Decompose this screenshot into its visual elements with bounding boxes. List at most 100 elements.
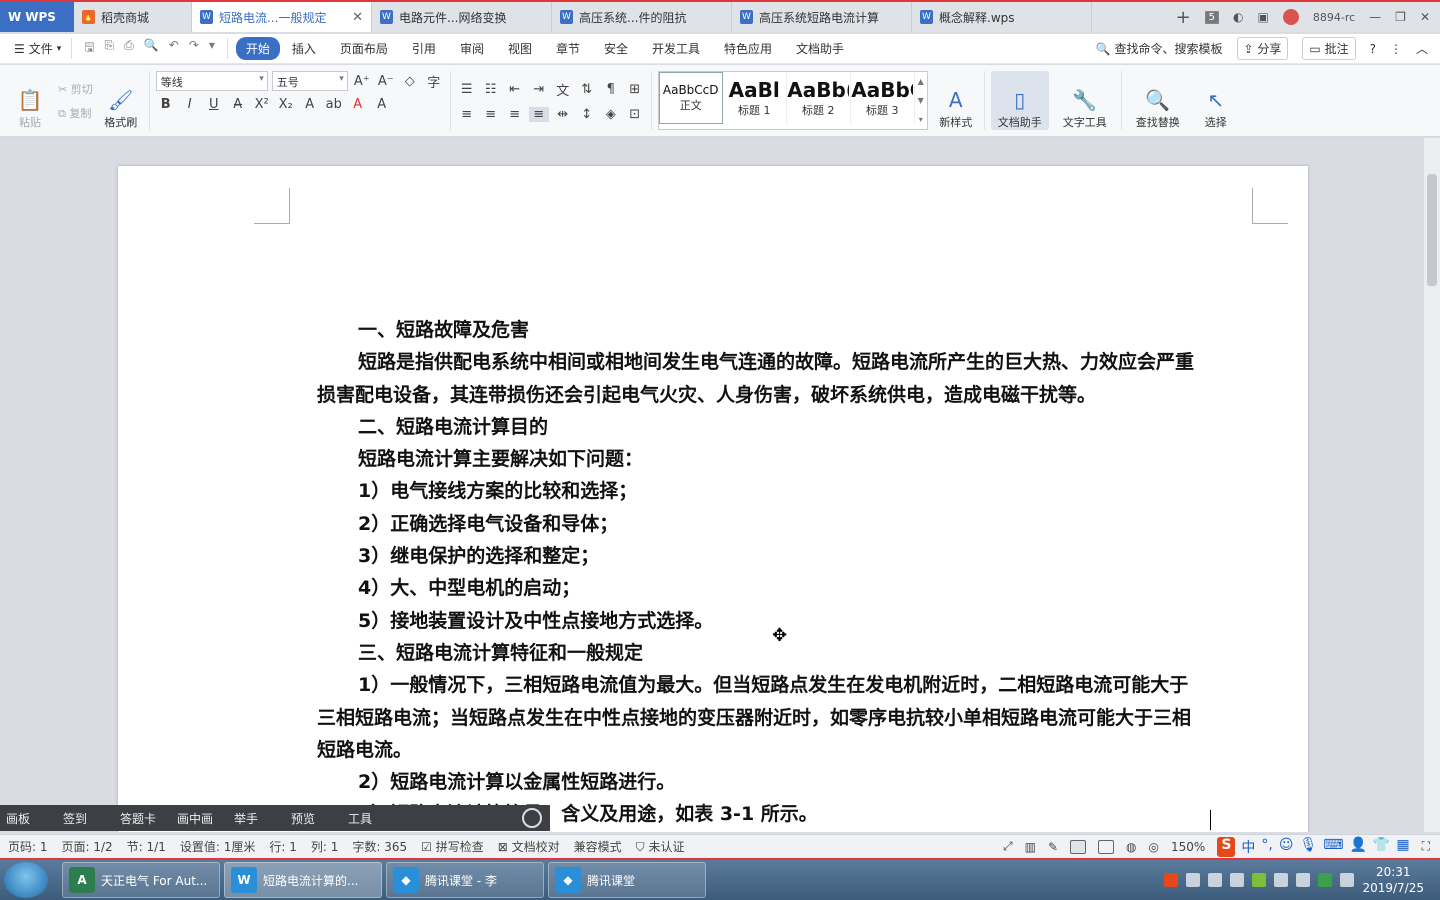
print-icon[interactable]: ⎙: [124, 38, 134, 59]
select-button[interactable]: ↖ 选择: [1194, 71, 1238, 130]
close-window-icon[interactable]: ✕: [1420, 10, 1430, 24]
paragraph[interactable]: 2）正确选择电气设备和导体；: [317, 508, 1197, 540]
reading-mode-icon[interactable]: ▥: [1025, 840, 1036, 854]
style-heading-1[interactable]: AaBl 标题 1: [723, 72, 787, 124]
increase-indent-icon[interactable]: ⇥: [529, 82, 549, 97]
class-tool-answer-card[interactable]: 答题卡: [114, 810, 171, 827]
format-painter-button[interactable]: 🖌 格式刷: [99, 71, 143, 130]
proofread-button[interactable]: ⊠ 文档校对: [498, 838, 560, 855]
tab-document[interactable]: W 概念解释.wps: [912, 2, 1092, 32]
subscript-icon[interactable]: X₂: [276, 97, 296, 112]
font-color-icon[interactable]: A: [348, 97, 368, 112]
style-gallery-scroll[interactable]: ▲ ▼ ▾: [915, 72, 927, 129]
sogou-ime-icon[interactable]: S: [1217, 836, 1236, 857]
class-tool-sign-in[interactable]: 签到: [57, 810, 114, 827]
new-style-button[interactable]: A 新样式: [934, 71, 978, 130]
status-section[interactable]: 节: 1/1: [127, 838, 166, 855]
window-icon[interactable]: ▣: [1258, 10, 1269, 24]
line-spacing-icon[interactable]: ↕: [577, 107, 597, 122]
underline-icon[interactable]: U: [204, 97, 224, 112]
menu-chapter[interactable]: 章节: [544, 37, 592, 60]
document-canvas[interactable]: 一、短路故障及危害 短路是指供配电系统中相间或相地间发生电气连通的故障。短路电流所…: [0, 138, 1424, 832]
ime-punctuation-icon[interactable]: °,: [1261, 837, 1272, 857]
tray-security-icon[interactable]: [1252, 873, 1267, 887]
undo-icon[interactable]: ↶: [169, 38, 179, 59]
menu-review[interactable]: 审阅: [448, 37, 496, 60]
wps-app-button[interactable]: W WPS: [0, 2, 74, 32]
style-heading-3[interactable]: AaBbC 标题 3: [851, 72, 915, 124]
tray-sogou-icon[interactable]: [1164, 873, 1179, 887]
section-heading[interactable]: 二、短路电流计算目的: [317, 411, 1197, 443]
fullscreen-icon[interactable]: ⤢: [1003, 839, 1013, 854]
menu-view[interactable]: 视图: [496, 37, 544, 60]
system-clock[interactable]: 20:31 2019/7/25: [1362, 864, 1424, 896]
status-page[interactable]: 页码: 1: [8, 838, 48, 855]
char-shading-icon[interactable]: A: [372, 97, 392, 112]
tab-document[interactable]: W 高压系统短路电流计算: [732, 2, 912, 32]
vertical-scrollbar[interactable]: [1424, 138, 1440, 832]
zoom-level[interactable]: 150%: [1171, 840, 1205, 854]
sort-icon[interactable]: ⇅: [577, 82, 597, 97]
bullets-icon[interactable]: ☰: [457, 82, 477, 97]
comment-button[interactable]: ▭ 批注: [1302, 37, 1356, 60]
font-name-select[interactable]: 等线: [155, 71, 268, 91]
doc-helper-button[interactable]: ▯ 文档助手: [990, 71, 1049, 130]
status-pages[interactable]: 页面: 1/2: [62, 838, 113, 855]
new-tab-icon[interactable]: +: [1176, 7, 1191, 28]
document-body[interactable]: 一、短路故障及危害 短路是指供配电系统中相间或相地间发生电气连通的故障。短路电流所…: [317, 314, 1197, 831]
menu-doc-helper[interactable]: 文档助手: [784, 37, 856, 60]
status-setting[interactable]: 设置值: 1厘米: [180, 838, 256, 855]
shading-icon[interactable]: ◈: [601, 107, 621, 122]
text-tools-button[interactable]: 🔧 文字工具: [1055, 71, 1115, 130]
ime-user-icon[interactable]: 👤: [1349, 837, 1366, 857]
paste-button[interactable]: 📋 粘贴: [8, 71, 52, 130]
class-tool-tools[interactable]: 工具: [342, 810, 399, 827]
ime-skin-icon[interactable]: 👕: [1373, 837, 1390, 857]
user-avatar[interactable]: [1282, 9, 1299, 25]
superscript-icon[interactable]: X²: [252, 97, 272, 112]
menu-features[interactable]: 特色应用: [712, 37, 784, 60]
chinese-layout-icon[interactable]: 文: [553, 80, 573, 99]
clear-format-icon[interactable]: ◇: [400, 74, 420, 89]
close-tab-icon[interactable]: ✕: [352, 10, 363, 25]
help-icon[interactable]: ?: [1370, 42, 1376, 56]
restore-icon[interactable]: ❐: [1395, 10, 1406, 24]
web-view-icon[interactable]: ◍: [1126, 840, 1136, 854]
taskbar-app-tangent[interactable]: A 天正电气 For Aut...: [62, 862, 220, 898]
taskbar-app-tencent-class-1[interactable]: ◆ 腾讯课堂 - 李: [386, 862, 544, 898]
tray-tencent-icon[interactable]: [1208, 873, 1223, 887]
paragraph[interactable]: 短路电流计算主要解决如下问题：: [317, 443, 1197, 475]
output-icon[interactable]: ⎘: [105, 38, 115, 59]
shrink-font-icon[interactable]: A⁻: [376, 74, 396, 89]
minimize-icon[interactable]: —: [1369, 10, 1381, 24]
tray-display-icon[interactable]: [1340, 873, 1355, 887]
paragraph[interactable]: 5）接地装置设计及中性点接地方式选择。: [317, 605, 1197, 637]
menu-home[interactable]: 开始: [235, 37, 280, 60]
paragraph[interactable]: 4）大、中型电机的启动；: [317, 572, 1197, 604]
spell-check-button[interactable]: ☑ 拼写检查: [421, 838, 484, 855]
ime-emoji-icon[interactable]: ☺: [1279, 837, 1294, 857]
grow-font-icon[interactable]: A⁺: [352, 74, 372, 89]
print-preview-icon[interactable]: 🔍: [144, 38, 159, 59]
paragraph[interactable]: 1）一般情况下，三相短路电流值为最大。但当短路点发生在发电机附近时，二相短路电流…: [317, 669, 1197, 766]
document-page[interactable]: 一、短路故障及危害 短路是指供配电系统中相间或相地间发生电气连通的故障。短路电流所…: [118, 166, 1308, 832]
ime-tools-icon[interactable]: ▦: [1396, 837, 1409, 857]
command-search[interactable]: 🔍 查找命令、搜索模板: [1096, 40, 1223, 57]
paragraph[interactable]: 1）电气接线方案的比较和选择；: [317, 475, 1197, 507]
tab-document[interactable]: W 电路元件...网络变换: [372, 2, 552, 32]
phonetic-icon[interactable]: 字: [424, 72, 444, 91]
class-tool-preview[interactable]: 预览: [285, 810, 342, 827]
collapse-ribbon-icon[interactable]: ︿: [1416, 40, 1428, 57]
cut-button[interactable]: ✂ 剪切: [58, 81, 93, 97]
expand-icon[interactable]: ⛶: [1422, 839, 1430, 854]
class-tool-pip[interactable]: 画中画: [171, 810, 228, 827]
tray-network-icon[interactable]: [1230, 873, 1245, 887]
numbering-icon[interactable]: ☷: [481, 82, 501, 97]
outline-view-icon[interactable]: [1098, 839, 1115, 854]
borders-icon[interactable]: ⊡: [625, 107, 645, 122]
copy-button[interactable]: ⧉ 复制: [58, 105, 93, 121]
menu-developer[interactable]: 开发工具: [640, 37, 712, 60]
certification-status[interactable]: ⛉ 未认证: [636, 838, 685, 855]
tab-document[interactable]: W 高压系统...件的阻抗: [552, 2, 732, 32]
align-center-icon[interactable]: ≡: [481, 107, 501, 122]
